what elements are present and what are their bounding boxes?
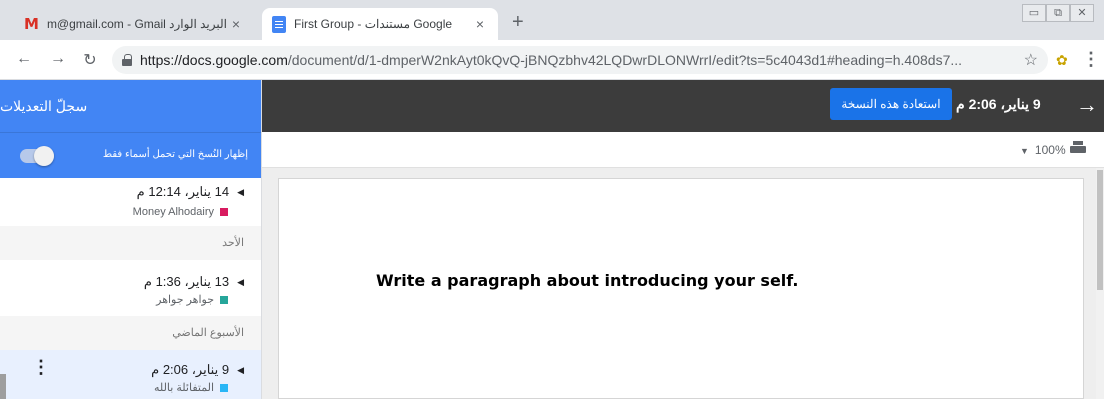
version-entry-selected[interactable]: ⋮ ◀ 9 يناير، 2:06 م المتفائلة بالله xyxy=(0,350,261,399)
expand-arrow-icon[interactable]: ◀ xyxy=(237,187,244,198)
version-author: Money Alhodairy xyxy=(132,206,214,218)
version-time: 13 يناير، 1:36 م xyxy=(143,274,230,289)
bookmark-star-icon[interactable]: ☆ xyxy=(1024,50,1038,70)
chrome-menu-icon[interactable]: ⋮ xyxy=(1082,49,1100,70)
window-controls: ▭ ⧉ ✕ xyxy=(1022,4,1094,22)
sidebar-scrollbar[interactable] xyxy=(0,374,6,399)
document-text: Write a paragraph about introducing your… xyxy=(376,271,799,290)
tab-title: First Group - مستندات Google xyxy=(294,17,453,31)
toggle-label: إظهار النُسخ التي تحمل أسماء فقط xyxy=(102,149,248,160)
browser-toolbar: ← → ↻ https://docs.google.com/document/d… xyxy=(0,40,1104,80)
group-label: الأسبوع الماضي xyxy=(0,316,261,350)
reload-icon[interactable]: ↻ xyxy=(80,50,100,70)
lock-icon xyxy=(122,54,132,66)
url-host: https://docs.google.com xyxy=(140,52,288,68)
extension-icon[interactable]: ✿ xyxy=(1056,52,1068,69)
close-tab-icon[interactable]: × xyxy=(472,16,488,32)
expand-arrow-icon[interactable]: ◀ xyxy=(237,365,244,376)
document-toolbar xyxy=(262,132,1104,168)
more-options-icon[interactable]: ⋮ xyxy=(32,357,50,378)
zoom-value: 100% xyxy=(1034,143,1066,157)
version-history-sidebar: سجلّ التعديلات إظهار النُسخ التي تحمل أس… xyxy=(0,80,262,399)
vertical-scrollbar[interactable] xyxy=(1096,168,1104,399)
print-icon[interactable] xyxy=(1070,141,1086,155)
url-text[interactable]: https://docs.google.com/document/d/1-dmp… xyxy=(140,52,1016,68)
docs-icon xyxy=(272,15,286,33)
sidebar-header: سجلّ التعديلات xyxy=(0,80,261,132)
minimize-icon[interactable]: ▭ xyxy=(1022,4,1046,22)
version-entry[interactable]: ◀ 14 يناير، 12:14 م Money Alhodairy xyxy=(0,178,261,232)
scrollbar-thumb[interactable] xyxy=(1097,170,1103,290)
back-icon[interactable]: ← xyxy=(14,50,34,68)
url-path: /document/d/1-dmperW2nkAyt0kQvQ-jBNQzbhv… xyxy=(287,52,963,68)
version-author: جواهر جواهر xyxy=(156,294,214,306)
back-arrow-icon[interactable]: → xyxy=(1076,92,1098,118)
chevron-down-icon: ▼ xyxy=(1020,146,1029,156)
close-tab-icon[interactable]: × xyxy=(228,16,244,32)
restore-version-button[interactable]: استعادة هذه النسخة xyxy=(830,88,952,120)
version-entry[interactable]: ◀ 13 يناير، 1:36 م جواهر جواهر xyxy=(0,260,261,314)
new-tab-button[interactable]: + xyxy=(512,12,524,32)
version-time: 9 يناير، 2:06 م xyxy=(151,362,230,377)
tab-docs[interactable]: First Group - مستندات Google × xyxy=(262,8,498,40)
forward-icon[interactable]: → xyxy=(48,50,68,68)
version-title: 9 يناير، 2:06 م xyxy=(956,96,1041,112)
close-window-icon[interactable]: ✕ xyxy=(1070,4,1094,22)
author-color-swatch xyxy=(220,208,228,216)
gmail-icon: M xyxy=(24,15,39,33)
sidebar-title: سجلّ التعديلات xyxy=(0,97,88,114)
zoom-select[interactable]: ▼ 100% xyxy=(1020,143,1066,157)
group-label: الأحد xyxy=(0,226,261,260)
named-versions-toggle-row: إظهار النُسخ التي تحمل أسماء فقط xyxy=(0,132,261,178)
named-versions-toggle[interactable] xyxy=(20,146,54,166)
tab-gmail[interactable]: M m@gmail.com - Gmail البريد الوارد × xyxy=(14,8,254,40)
author-color-swatch xyxy=(220,383,228,392)
version-time: 14 يناير، 12:14 م xyxy=(136,184,230,199)
version-author: المتفائلة بالله xyxy=(154,382,214,394)
author-color-swatch xyxy=(220,295,228,304)
expand-arrow-icon[interactable]: ◀ xyxy=(237,277,244,288)
address-bar[interactable]: https://docs.google.com/document/d/1-dmp… xyxy=(112,46,1048,74)
tab-title: m@gmail.com - Gmail البريد الوارد xyxy=(46,17,228,31)
restore-icon[interactable]: ⧉ xyxy=(1046,4,1070,22)
tab-strip: M m@gmail.com - Gmail البريد الوارد × Fi… xyxy=(0,0,1104,40)
